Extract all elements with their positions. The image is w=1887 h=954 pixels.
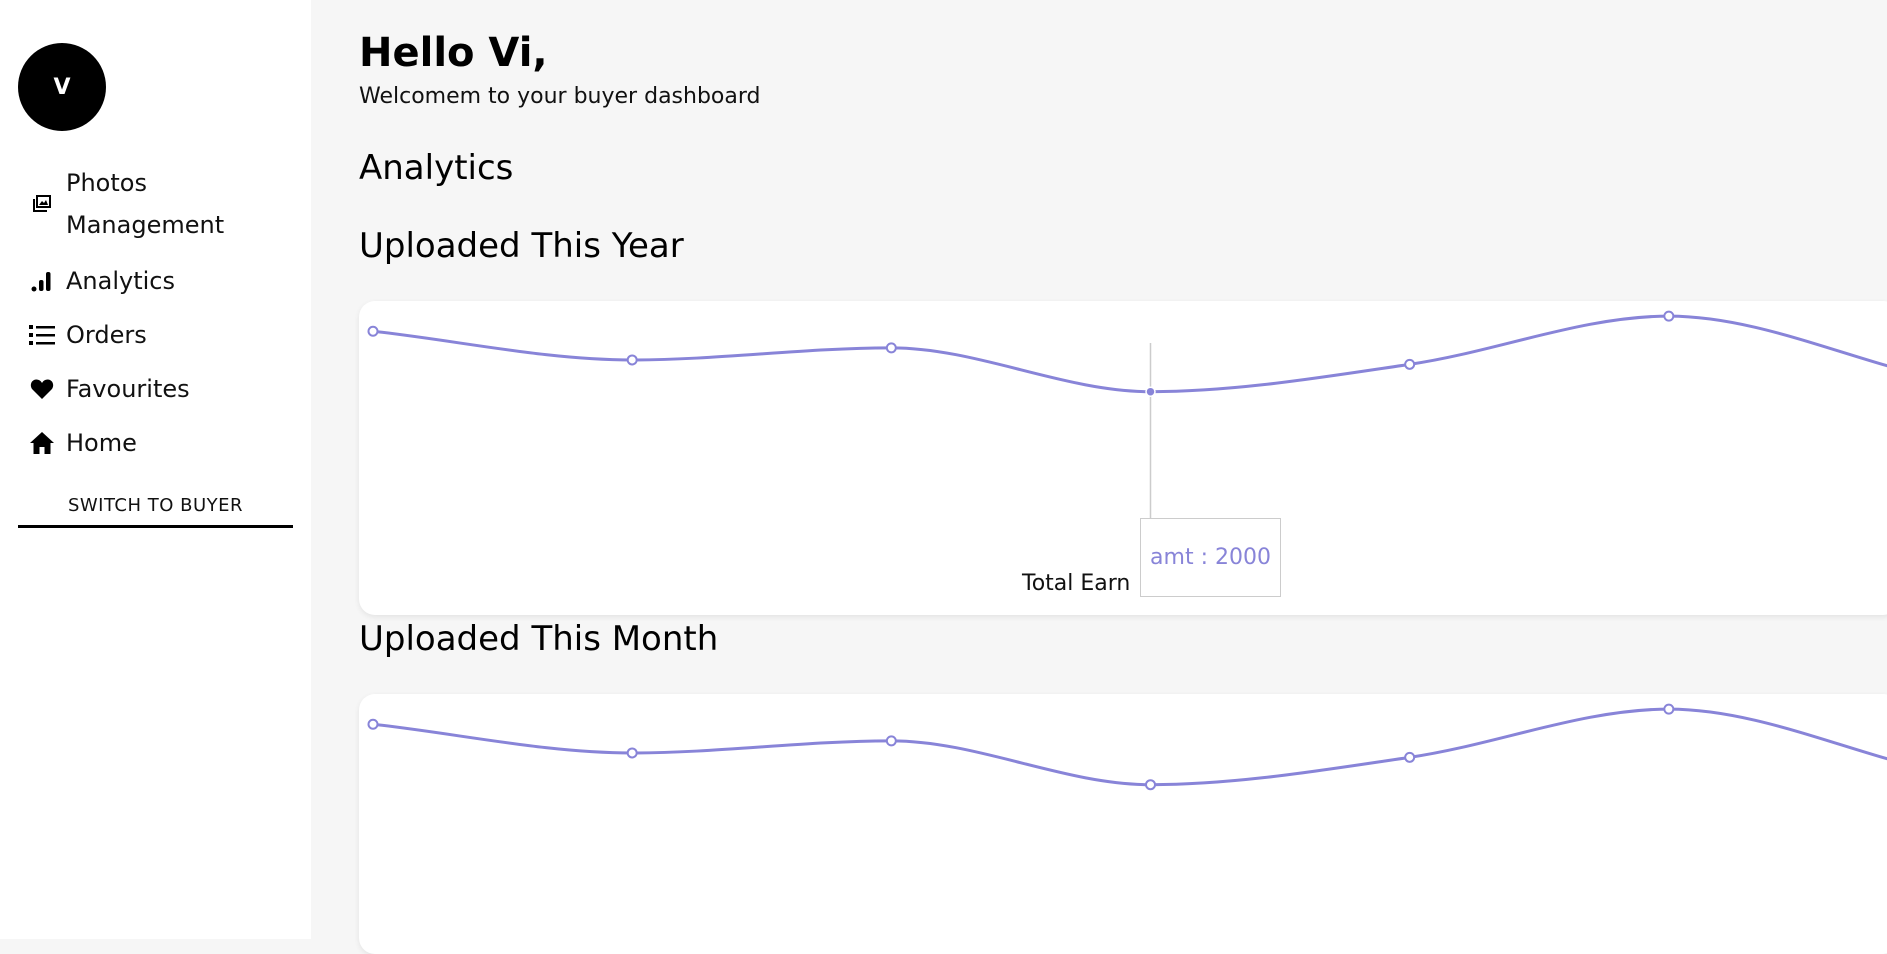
data-point[interactable]: [367, 718, 379, 730]
data-point[interactable]: [1663, 310, 1675, 322]
data-point[interactable]: [885, 342, 897, 354]
sidebar-item-label: Photos Management: [66, 169, 225, 239]
analytics-heading: Analytics: [359, 148, 514, 188]
series-line: [372, 314, 1887, 394]
sidebar-item-label: Analytics: [66, 267, 175, 295]
data-point[interactable]: [1145, 779, 1156, 791]
data-point[interactable]: [626, 747, 638, 759]
avatar[interactable]: V: [18, 43, 106, 131]
photos-icon: [28, 190, 56, 218]
sidebar-item-label: Orders: [66, 321, 147, 349]
sidebar-item-home[interactable]: Home: [28, 422, 137, 464]
month-chart-card[interactable]: [359, 694, 1887, 954]
month-line-chart[interactable]: [359, 694, 1887, 954]
main-content: Hello Vi, Welcomem to your buyer dashboa…: [311, 0, 1887, 954]
heart-icon: [28, 375, 56, 403]
switch-to-buyer-button[interactable]: SWITCH TO BUYER: [18, 486, 293, 528]
year-line-chart[interactable]: [359, 301, 1887, 615]
data-point[interactable]: [626, 354, 638, 366]
page-subtitle: Welcomem to your buyer dashboard: [359, 84, 761, 109]
data-point[interactable]: [367, 325, 379, 337]
list-icon: [28, 321, 56, 349]
uploaded-this-month-heading: Uploaded This Month: [359, 619, 719, 659]
uploaded-this-year-heading: Uploaded This Year: [359, 226, 684, 266]
data-point[interactable]: [1404, 751, 1416, 763]
bar-chart-icon: [28, 267, 56, 295]
chart-tooltip: amt : 2000: [1140, 518, 1281, 597]
home-icon: [28, 429, 56, 457]
sidebar-item-label: Home: [66, 429, 137, 457]
data-point[interactable]: [885, 735, 897, 747]
sidebar-item-analytics[interactable]: Analytics: [28, 260, 175, 302]
active-data-point[interactable]: [1145, 386, 1156, 397]
year-chart-card[interactable]: Total Earn: [359, 301, 1887, 615]
data-point[interactable]: [1663, 703, 1675, 715]
page-title: Hello Vi,: [359, 30, 548, 76]
sidebar-item-orders[interactable]: Orders: [28, 314, 147, 356]
sidebar-item-photos-management[interactable]: Photos Management: [28, 162, 266, 246]
sidebar: V Photos Management Analytics Orders Fav…: [0, 0, 311, 939]
sidebar-item-label: Favourites: [66, 375, 190, 403]
series-line: [372, 707, 1887, 787]
data-point[interactable]: [1404, 358, 1416, 370]
sidebar-item-favourites[interactable]: Favourites: [28, 368, 190, 410]
chart-legend-label: Total Earn: [1022, 571, 1131, 596]
